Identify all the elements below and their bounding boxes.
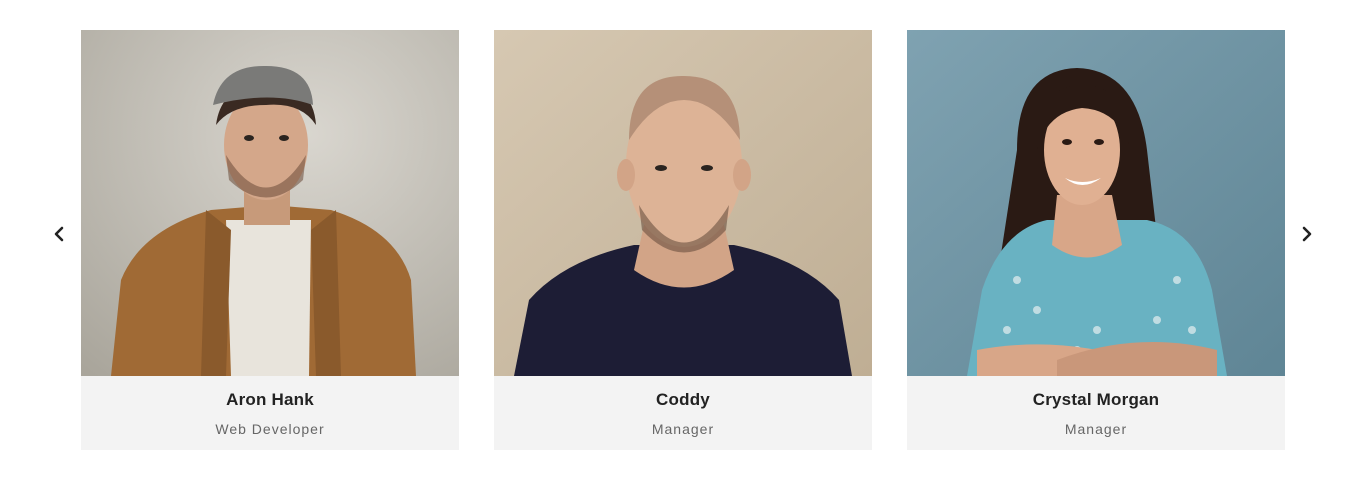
member-name: Coddy bbox=[656, 390, 710, 409]
chevron-right-icon bbox=[1302, 226, 1312, 242]
team-card[interactable]: Coddy Manager bbox=[494, 30, 872, 450]
carousel-next-button[interactable] bbox=[1297, 224, 1317, 244]
member-role: Manager bbox=[1064, 421, 1128, 437]
member-role: Web Developer bbox=[215, 421, 325, 437]
team-carousel: Aron Hank Web Developer Coddy Manager Cr… bbox=[0, 0, 1366, 479]
team-card[interactable]: Crystal Morgan Manager bbox=[907, 30, 1285, 450]
chevron-left-icon bbox=[54, 226, 64, 242]
carousel-prev-button[interactable] bbox=[49, 224, 69, 244]
member-photo bbox=[81, 30, 459, 376]
team-card[interactable]: Aron Hank Web Developer bbox=[81, 30, 459, 450]
member-photo bbox=[494, 30, 872, 376]
member-name: Aron Hank bbox=[226, 390, 314, 409]
member-role: Manager bbox=[651, 421, 715, 437]
member-photo bbox=[907, 30, 1285, 376]
member-name: Crystal Morgan bbox=[1032, 390, 1160, 409]
